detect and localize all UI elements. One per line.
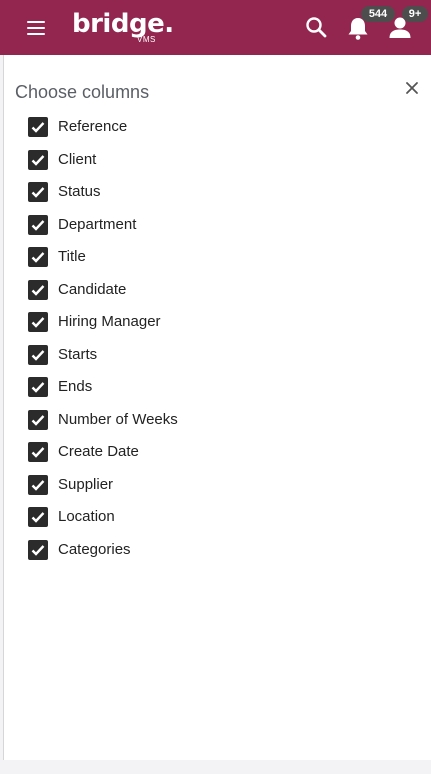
check-icon [31, 447, 45, 458]
column-checkbox[interactable] [28, 117, 48, 137]
column-option-create-date[interactable]: Create Date [28, 440, 328, 464]
check-icon [31, 415, 45, 426]
column-checkbox[interactable] [28, 312, 48, 332]
column-option-number-of-weeks[interactable]: Number of Weeks [28, 408, 328, 432]
column-option-label: Location [58, 508, 115, 525]
column-option-label: Department [58, 216, 137, 233]
logo-subtext: VMS [137, 35, 156, 44]
column-option-label: Ends [58, 378, 93, 395]
column-option-title[interactable]: Title [28, 245, 328, 269]
column-option-department[interactable]: Department [28, 213, 328, 237]
column-option-label: Categories [58, 541, 131, 558]
hamburger-icon-line [27, 33, 45, 35]
column-option-label: Title [58, 248, 86, 265]
column-checkbox[interactable] [28, 410, 48, 430]
hamburger-menu-button[interactable] [27, 21, 45, 35]
column-option-label: Candidate [58, 281, 127, 298]
column-checkbox[interactable] [28, 345, 48, 365]
choose-columns-panel: Choose columns Reference Client Status D… [3, 55, 431, 760]
column-checkbox[interactable] [28, 280, 48, 300]
column-checkbox[interactable] [28, 507, 48, 527]
user-badge: 9+ [402, 6, 428, 22]
check-icon [31, 252, 45, 263]
column-option-starts[interactable]: Starts [28, 343, 328, 367]
column-option-status[interactable]: Status [28, 180, 328, 204]
check-icon [31, 155, 45, 166]
column-checkbox[interactable] [28, 377, 48, 397]
column-option-reference[interactable]: Reference [28, 115, 328, 139]
check-icon [31, 545, 45, 556]
column-option-label: Status [58, 183, 101, 200]
search-icon [306, 17, 327, 38]
close-panel-button[interactable] [404, 80, 420, 96]
check-icon [31, 350, 45, 361]
check-icon [31, 220, 45, 231]
check-icon [31, 122, 45, 133]
column-checkbox[interactable] [28, 182, 48, 202]
column-option-ends[interactable]: Ends [28, 375, 328, 399]
column-option-hiring-manager[interactable]: Hiring Manager [28, 310, 328, 334]
check-icon [31, 285, 45, 296]
column-option-client[interactable]: Client [28, 148, 328, 172]
column-checkbox[interactable] [28, 150, 48, 170]
column-checkbox[interactable] [28, 215, 48, 235]
check-icon [31, 382, 45, 393]
hamburger-icon [27, 21, 45, 23]
panel-title: Choose columns [15, 82, 150, 102]
column-option-label: Create Date [58, 443, 139, 460]
column-option-location[interactable]: Location [28, 505, 328, 529]
top-bar: bridge. VMS 544 9+ [0, 0, 431, 55]
column-option-categories[interactable]: Categories [28, 538, 328, 562]
column-option-candidate[interactable]: Candidate [28, 278, 328, 302]
check-icon [31, 317, 45, 328]
column-checkbox[interactable] [28, 475, 48, 495]
column-option-label: Reference [58, 118, 128, 135]
close-icon [406, 82, 418, 94]
hamburger-icon-line [27, 27, 45, 29]
check-icon [31, 480, 45, 491]
column-option-label: Supplier [58, 476, 114, 493]
column-option-label: Starts [58, 346, 98, 363]
check-icon [31, 187, 45, 198]
search-button[interactable] [304, 15, 328, 39]
column-checkbox[interactable] [28, 540, 48, 560]
bridge-logo[interactable]: bridge. VMS [72, 7, 174, 47]
column-option-supplier[interactable]: Supplier [28, 473, 328, 497]
column-checkbox[interactable] [28, 442, 48, 462]
column-option-label: Hiring Manager [58, 313, 161, 330]
column-checkbox[interactable] [28, 247, 48, 267]
column-option-label: Number of Weeks [58, 411, 178, 428]
check-icon [31, 512, 45, 523]
column-option-label: Client [58, 151, 97, 168]
logo-text: bridge. [72, 9, 174, 39]
